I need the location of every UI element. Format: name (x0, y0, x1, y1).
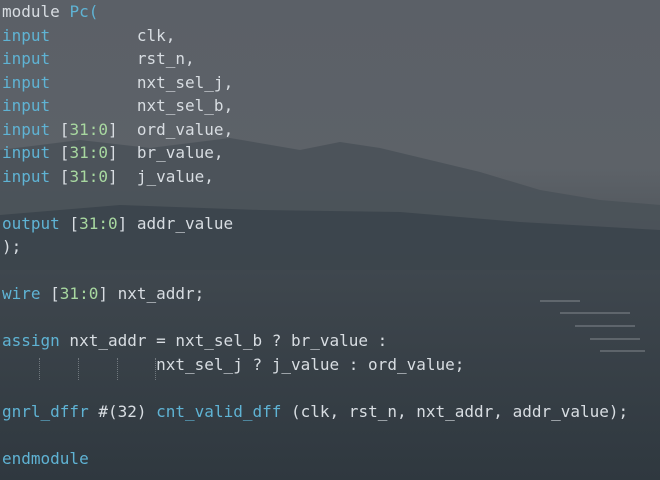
code-line[interactable]: input [31:0] ord_value, (2, 118, 233, 142)
code-line[interactable]: nxt_sel_j ? j_value : ord_value; (2, 353, 464, 377)
code-token: ] j_value, (107, 166, 214, 186)
code-token: wire (2, 284, 41, 303)
code-line[interactable]: endmodule (2, 447, 89, 471)
code-token: input (2, 49, 51, 68)
code-token: ); (2, 237, 22, 256)
code-token: rst_n, (50, 49, 195, 68)
code-token: #(32) (88, 401, 157, 421)
code-token: input (2, 25, 51, 45)
code-token: [ (50, 143, 70, 162)
code-line[interactable]: module Pc( (2, 0, 98, 24)
code-token: endmodule (2, 448, 89, 468)
code-token: 31:0 (69, 119, 108, 139)
code-token: ] nxt_addr; (98, 284, 205, 303)
code-token: [ (40, 284, 60, 303)
code-line[interactable]: output [31:0] addr_value (2, 212, 233, 236)
code-line[interactable]: assign nxt_addr = nxt_sel_b ? br_value : (2, 329, 387, 353)
code-token: gnrl_dffr (2, 401, 89, 421)
code-line[interactable]: input [31:0] br_value, (2, 141, 224, 165)
code-token: ] addr_value (117, 213, 234, 233)
code-token: module (2, 2, 70, 21)
code-token: nxt_addr = nxt_sel_b ? br_value : (59, 331, 388, 350)
code-token: Pc( (69, 2, 99, 21)
code-line[interactable]: input nxt_sel_j, (2, 71, 233, 95)
code-token: input (2, 96, 51, 115)
code-token: nxt_sel_j ? j_value : ord_value; (2, 354, 465, 374)
code-token: ] ord_value, (107, 119, 234, 139)
code-line[interactable]: input rst_n, (2, 47, 195, 71)
code-token: nxt_sel_j, (50, 72, 234, 92)
code-token: 31:0 (69, 143, 108, 162)
code-token: nxt_sel_b, (50, 96, 234, 115)
indent-guide (155, 358, 156, 380)
code-editor[interactable]: module Pc(input clk, input rst_n, input nx… (0, 0, 660, 480)
code-token: [ (59, 213, 80, 233)
code-line[interactable]: gnrl_dffr #(32) cnt_valid_dff (clk, rst_… (2, 400, 628, 424)
code-token: 31:0 (59, 284, 99, 303)
indent-guide (39, 358, 40, 380)
code-token: ] br_value, (107, 143, 224, 162)
code-token: [ (50, 119, 70, 139)
code-line[interactable]: input clk, (2, 24, 175, 48)
indent-guide (117, 358, 118, 380)
code-token: input (2, 166, 51, 186)
code-token: [ (50, 166, 70, 186)
code-token: 31:0 (69, 166, 108, 186)
code-token: 31:0 (79, 213, 118, 233)
code-line[interactable]: wire [31:0] nxt_addr; (2, 282, 204, 306)
code-token: cnt_valid_dff (156, 401, 282, 421)
code-line[interactable]: ); (2, 235, 21, 259)
code-token: assign (2, 331, 60, 350)
code-token: output (2, 213, 60, 233)
code-token: clk, (50, 25, 176, 45)
code-token: input (2, 119, 51, 139)
code-token: (clk, rst_n, nxt_addr, addr_value); (281, 401, 629, 421)
code-token: input (2, 72, 51, 92)
code-token: input (2, 143, 51, 162)
code-line[interactable]: input nxt_sel_b, (2, 94, 233, 118)
code-line[interactable]: input [31:0] j_value, (2, 165, 214, 189)
indent-guide (78, 358, 79, 380)
